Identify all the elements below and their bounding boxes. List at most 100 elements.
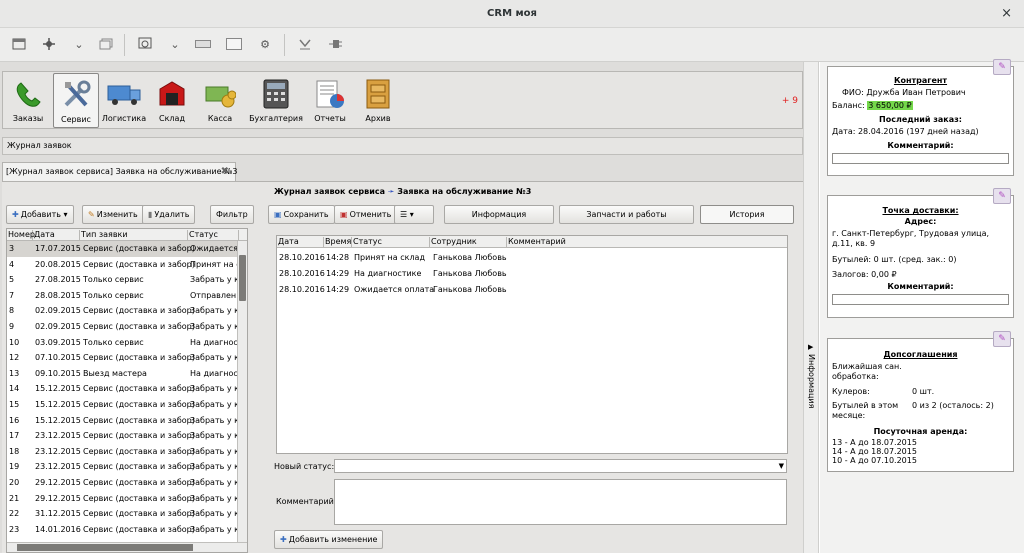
column-header[interactable]: Статус xyxy=(352,237,430,248)
column-header[interactable]: Дата xyxy=(277,237,324,248)
new-status-select[interactable]: ▼ xyxy=(334,459,787,473)
pin-icon[interactable]: ✎ xyxy=(993,331,1011,347)
window-icon[interactable] xyxy=(10,35,28,53)
table-row[interactable]: 14 15.12.2015 Сервис (доставка и забор) Заб… xyxy=(7,381,239,397)
chevron-down-icon[interactable]: ⌄ xyxy=(70,35,88,53)
module-service[interactable]: Сервис xyxy=(53,73,99,128)
save-button[interactable]: ▣ Сохранить xyxy=(268,205,335,224)
tab-history[interactable]: История xyxy=(700,205,794,224)
table-row[interactable]: 23 14.01.2016 Сервис (доставка и забор) Заб… xyxy=(7,522,239,538)
journal-strip[interactable]: Журнал заявок xyxy=(2,137,803,155)
table-row[interactable]: 21 29.12.2015 Сервис (доставка и забор) Заб… xyxy=(7,491,239,507)
delivery-comment-box[interactable] xyxy=(832,294,1009,305)
table-cell: Принят на склад xyxy=(354,253,425,262)
table-row[interactable]: 10 03.09.2015 Только сервис На диагност xyxy=(7,335,239,351)
cancel-button[interactable]: ▣ Отменить xyxy=(334,205,398,224)
plug-icon[interactable] xyxy=(326,35,344,53)
module-orders[interactable]: Заказы xyxy=(5,73,51,128)
move-icon[interactable] xyxy=(40,35,58,53)
table-row[interactable]: 8 02.09.2015 Сервис (доставка и забор) Забр… xyxy=(7,303,239,319)
module-warehouse[interactable]: Склад xyxy=(149,73,195,128)
column-header[interactable]: Номер xyxy=(7,230,35,241)
tab-service-order[interactable]: [Журнал заявок сервиса] Заявка на обслуж… xyxy=(2,162,237,182)
table-row[interactable]: 5 27.08.2015 Только сервис Забрать у к xyxy=(7,272,239,288)
chevron-right-icon: ▶ xyxy=(808,343,814,351)
table-row[interactable]: 7 28.08.2015 Только сервис Отправлен xyxy=(7,288,239,304)
module-accounting[interactable]: Бухгалтерия xyxy=(247,73,305,128)
table-row[interactable]: 19 23.12.2015 Сервис (доставка и забор) Заб… xyxy=(7,459,239,475)
keyboard-icon[interactable] xyxy=(194,35,212,53)
download-icon[interactable] xyxy=(296,35,314,53)
table-row[interactable]: 3 17.07.2015 Сервис (доставка и забор) Ожид… xyxy=(7,241,239,257)
close-button[interactable]: × xyxy=(1001,6,1012,21)
table-row[interactable]: 20 29.12.2015 Сервис (доставка и забор) Заб… xyxy=(7,475,239,491)
module-logistics[interactable]: Логистика xyxy=(101,73,147,128)
tab-parts-works[interactable]: Запчасти и работы xyxy=(559,205,694,224)
table-cell: 4 xyxy=(9,259,15,269)
table-cell: Только сервис xyxy=(83,290,144,300)
table-cell: 21 xyxy=(9,493,20,503)
column-header[interactable]: Комментарий xyxy=(507,237,787,248)
info-panel-toggle[interactable]: ▶ Информация xyxy=(803,62,819,553)
delete-label: Удалить xyxy=(154,210,190,219)
table-row[interactable]: 12 07.10.2015 Сервис (доставка и забор) Заб… xyxy=(7,350,239,366)
table-cell: 10 xyxy=(9,337,20,347)
settings-icon[interactable]: ⚙ xyxy=(256,35,274,53)
table-cell: 07.10.2015 xyxy=(35,353,81,363)
module-reports[interactable]: Отчеты xyxy=(307,73,353,128)
pin-icon[interactable]: ✎ xyxy=(993,59,1011,75)
table-cell: Забрать у к xyxy=(190,478,239,487)
table-cell: Забрать у к xyxy=(190,400,239,409)
table-row[interactable]: 13 09.10.2015 Выезд мастера На диагност xyxy=(7,366,239,382)
column-header[interactable]: Дата xyxy=(33,230,80,241)
edit-button[interactable]: ✎ Изменить xyxy=(82,205,144,224)
tab-information[interactable]: Информация xyxy=(444,205,554,224)
notifications-badge[interactable]: + 9 xyxy=(782,96,798,106)
pin-icon[interactable]: ✎ xyxy=(993,188,1011,204)
table-cell: 14 xyxy=(9,384,20,394)
table-row[interactable]: 17 23.12.2015 Сервис (доставка и забор) Заб… xyxy=(7,428,239,444)
add-change-label: Добавить изменение xyxy=(288,535,378,544)
search-window-icon[interactable] xyxy=(136,35,154,53)
column-header[interactable]: Тип заявки xyxy=(80,230,188,241)
vbox-icon[interactable] xyxy=(225,35,243,53)
vertical-scrollbar[interactable] xyxy=(237,241,247,542)
scroll-thumb[interactable] xyxy=(239,255,246,301)
table-row[interactable]: 18 23.12.2015 Сервис (доставка и забор) Заб… xyxy=(7,444,239,460)
delete-button[interactable]: ▮ Удалить xyxy=(142,205,196,224)
sanitize-label: Ближайшая сан. обработка: xyxy=(832,362,902,381)
table-row[interactable]: 28.10.2016 14:29 Ожидается оплата Ганькова … xyxy=(277,283,787,299)
column-header[interactable]: Сотрудник xyxy=(430,237,507,248)
table-cell: 09.10.2015 xyxy=(35,368,81,378)
table-row[interactable]: 4 20.08.2015 Сервис (доставка и забор) Прин… xyxy=(7,257,239,273)
column-header[interactable]: Время xyxy=(324,237,352,248)
table-cell: 23.12.2015 xyxy=(35,431,81,441)
table-row[interactable]: 22 31.12.2015 Сервис (доставка и забор) Заб… xyxy=(7,506,239,522)
module-cash[interactable]: Касса xyxy=(197,73,243,128)
truck-icon xyxy=(107,77,141,111)
add-change-button[interactable]: ✚ Добавить изменение xyxy=(274,530,384,549)
chevron-down-icon[interactable]: ▼ xyxy=(779,462,784,470)
column-header[interactable]: Статус xyxy=(188,230,239,241)
breadcrumb-parent[interactable]: Журнал заявок сервиса xyxy=(274,187,385,196)
table-row[interactable]: 28.10.2016 14:29 На диагностике Ганькова Лю… xyxy=(277,267,787,283)
history-table[interactable]: Дата Время Статус Сотрудник Комментарий … xyxy=(276,235,788,454)
chevron-down-icon[interactable]: ⌄ xyxy=(166,35,184,53)
orders-table[interactable]: Номер Дата Тип заявки Статус 3 17.07.2015… xyxy=(6,228,248,553)
table-row[interactable]: 28.10.2016 14:28 Принят на склад Ганькова Л… xyxy=(277,251,787,267)
comment-field[interactable] xyxy=(334,479,787,525)
table-row[interactable]: 16 15.12.2015 Сервис (доставка и забор) Заб… xyxy=(7,413,239,429)
table-cell: Ожидается оплата xyxy=(354,285,435,294)
scroll-thumb[interactable] xyxy=(17,544,193,551)
table-row[interactable]: 15 15.12.2015 Сервис (доставка и забор) Заб… xyxy=(7,397,239,413)
add-button[interactable]: ✚ Добавить ▾ xyxy=(6,205,74,224)
table-row[interactable]: 9 02.09.2015 Сервис (доставка и забор) Забр… xyxy=(7,319,239,335)
close-tab-icon[interactable]: ✖ xyxy=(221,166,229,177)
windows-icon[interactable] xyxy=(97,35,115,53)
module-archive[interactable]: Архив xyxy=(355,73,401,128)
filter-button[interactable]: Фильтр xyxy=(210,205,254,224)
menu-button[interactable]: ☰ ▾ xyxy=(394,205,434,224)
balance-label: Баланс: xyxy=(832,101,865,110)
horizontal-scrollbar[interactable] xyxy=(7,542,247,552)
contractor-comment-box[interactable] xyxy=(832,153,1009,164)
